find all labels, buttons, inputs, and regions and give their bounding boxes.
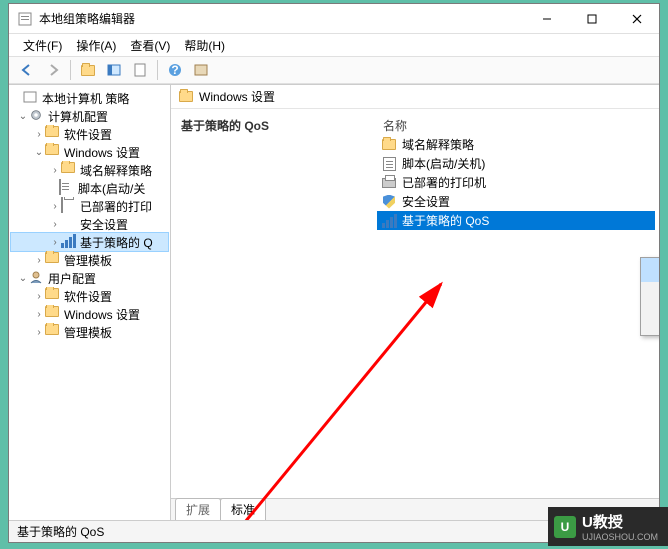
- show-hide-tree-button[interactable]: [102, 58, 126, 82]
- svg-text:?: ?: [171, 63, 178, 77]
- titlebar: 本地组策略编辑器: [9, 4, 659, 34]
- shield-icon: [381, 194, 397, 210]
- toolbar: ?: [9, 56, 659, 84]
- gpedit-window: 本地组策略编辑器 文件(F) 操作(A) 查看(V) 帮助(H) ? 本地计算机…: [8, 3, 660, 543]
- filter-button[interactable]: [189, 58, 213, 82]
- main-header: Windows 设置: [171, 85, 659, 109]
- main-header-title: Windows 设置: [199, 88, 275, 105]
- watermark-url: UJIAOSHOU.COM: [582, 532, 658, 542]
- menu-file[interactable]: 文件(F): [17, 35, 68, 56]
- minimize-button[interactable]: [524, 4, 569, 33]
- window-title: 本地组策略编辑器: [39, 10, 524, 27]
- tree-windows-settings[interactable]: ⌄Windows 设置: [11, 143, 168, 161]
- main-heading: 基于策略的 QoS: [181, 117, 363, 134]
- menu-view[interactable]: 查看(V): [124, 35, 176, 56]
- menu-help[interactable]: 帮助(H): [178, 35, 231, 56]
- list-item-security[interactable]: 安全设置: [377, 192, 655, 211]
- main-body: 基于策略的 QoS 名称 域名解释策略 脚本(启动/关机) 已部署的打印机 安全…: [171, 109, 659, 498]
- content-area: 本地计算机 策略 ⌄计算机配置 ›软件设置 ⌄Windows 设置 ›域名解释策…: [9, 84, 659, 520]
- menu-help[interactable]: 帮助(H): [641, 311, 659, 335]
- app-icon: [17, 11, 33, 27]
- list-item-scripts[interactable]: 脚本(启动/关机): [377, 154, 655, 173]
- tree-software-settings[interactable]: ›软件设置: [11, 125, 168, 143]
- tree-user-admin-templates[interactable]: ›管理模板: [11, 323, 168, 341]
- tree-scripts[interactable]: 脚本(启动/关: [11, 179, 168, 197]
- bars-icon: [381, 213, 397, 229]
- tree-qos-policy[interactable]: ›基于策略的 Q: [11, 233, 168, 251]
- forward-button[interactable]: [41, 58, 65, 82]
- menu-new-policy[interactable]: 新建策略(C)...: [641, 258, 659, 282]
- close-button[interactable]: [614, 4, 659, 33]
- separator: [70, 60, 71, 80]
- printer-icon: [381, 175, 397, 191]
- properties-button[interactable]: [128, 58, 152, 82]
- tree-user-software[interactable]: ›软件设置: [11, 287, 168, 305]
- watermark-logo: U: [554, 516, 576, 538]
- watermark: U U教授 UJIAOSHOU.COM: [548, 507, 668, 546]
- main-list-pane[interactable]: 名称 域名解释策略 脚本(启动/关机) 已部署的打印机 安全设置 基于策略的 Q…: [373, 109, 659, 498]
- menubar: 文件(F) 操作(A) 查看(V) 帮助(H): [9, 34, 659, 56]
- script-icon: [381, 156, 397, 172]
- list-item-qos[interactable]: 基于策略的 QoS: [377, 211, 655, 230]
- tree-printers[interactable]: ›已部署的打印: [11, 197, 168, 215]
- tab-extended[interactable]: 扩展: [175, 498, 221, 520]
- status-text: 基于策略的 QoS: [17, 523, 104, 540]
- tree-user-config[interactable]: ⌄用户配置: [11, 269, 168, 287]
- help-button[interactable]: ?: [163, 58, 187, 82]
- tree-dns-policy[interactable]: ›域名解释策略: [11, 161, 168, 179]
- tab-standard[interactable]: 标准: [220, 498, 266, 520]
- context-menu: 新建策略(C)... 高级 QoS 设置(A)... 帮助(H): [640, 257, 659, 336]
- separator: [157, 60, 158, 80]
- folder-icon: [381, 137, 397, 153]
- tree-computer-config[interactable]: ⌄计算机配置: [11, 107, 168, 125]
- watermark-brand: U教授: [582, 514, 623, 531]
- tree-security[interactable]: ›安全设置: [11, 215, 168, 233]
- up-button[interactable]: [76, 58, 100, 82]
- menu-advanced-qos[interactable]: 高级 QoS 设置(A)...: [641, 282, 659, 306]
- main-left-pane: 基于策略的 QoS: [171, 109, 373, 498]
- tree-panel[interactable]: 本地计算机 策略 ⌄计算机配置 ›软件设置 ⌄Windows 设置 ›域名解释策…: [9, 85, 171, 520]
- menu-action[interactable]: 操作(A): [70, 35, 122, 56]
- tree-root[interactable]: 本地计算机 策略: [11, 89, 168, 107]
- column-header-name[interactable]: 名称: [377, 115, 655, 135]
- back-button[interactable]: [15, 58, 39, 82]
- tree-user-windows[interactable]: ›Windows 设置: [11, 305, 168, 323]
- list-item-dns[interactable]: 域名解释策略: [377, 135, 655, 154]
- list-item-printers[interactable]: 已部署的打印机: [377, 173, 655, 192]
- folder-icon: [179, 91, 193, 102]
- tree-admin-templates[interactable]: ›管理模板: [11, 251, 168, 269]
- main-panel: Windows 设置 基于策略的 QoS 名称 域名解释策略 脚本(启动/关机)…: [171, 85, 659, 520]
- maximize-button[interactable]: [569, 4, 614, 33]
